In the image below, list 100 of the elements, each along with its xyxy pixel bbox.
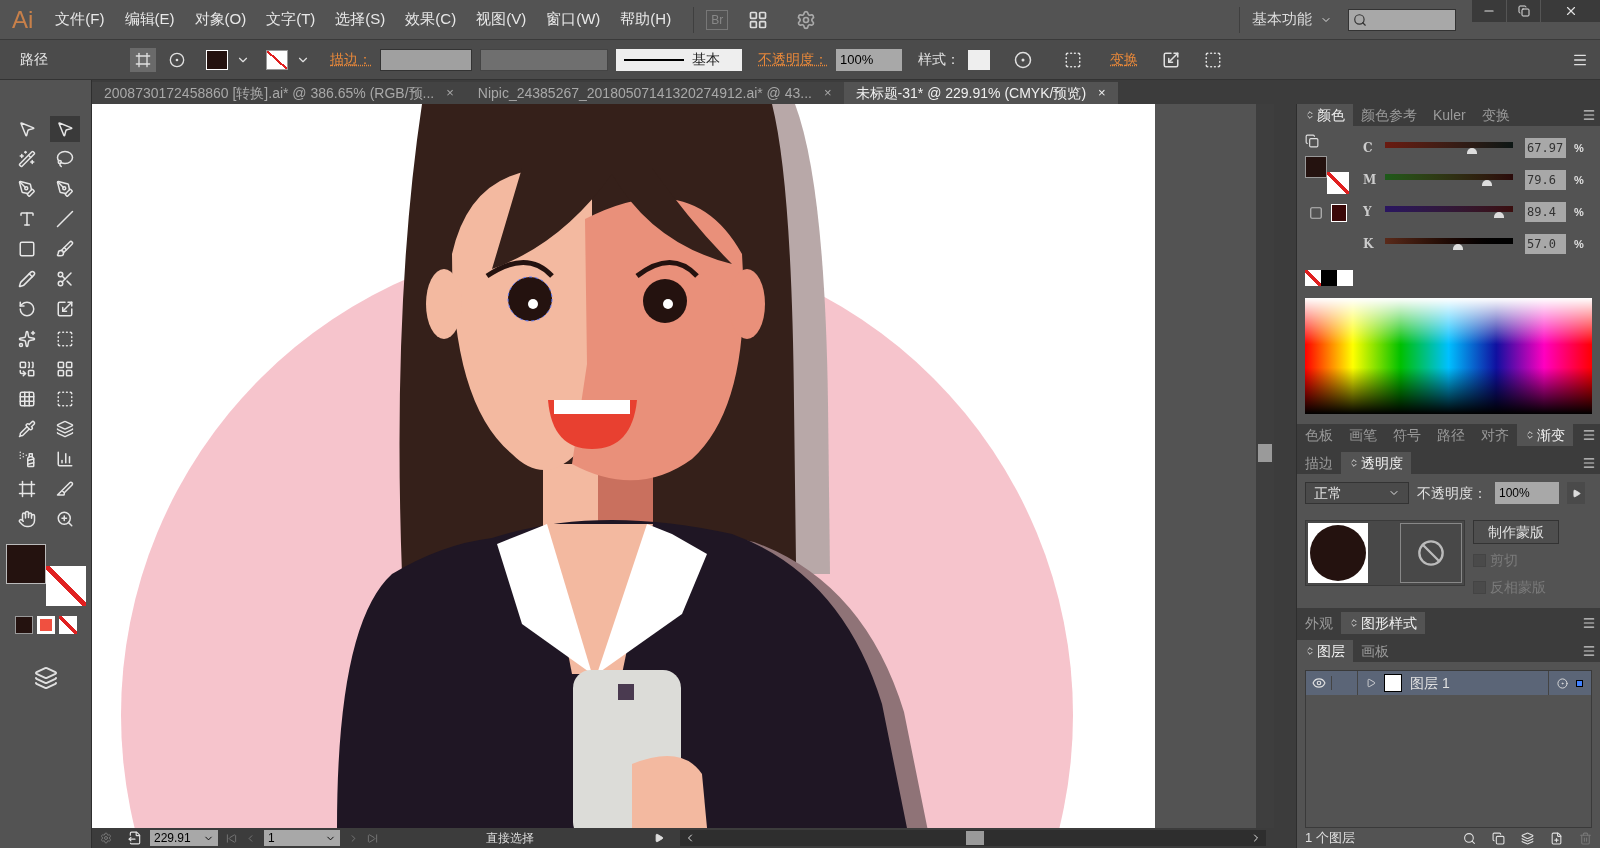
menu-item[interactable]: 编辑(E) [114,8,185,31]
panel-tab[interactable]: 对齐 [1473,424,1517,446]
stroke-none-swatch[interactable] [266,49,288,70]
menu-item[interactable]: 视图(V) [466,8,537,31]
panel-tab[interactable]: 透明度 [1341,452,1411,474]
channel-slider[interactable] [1385,238,1513,250]
panel-tab[interactable]: 路径 [1429,424,1473,446]
stroke-weight-field[interactable] [380,48,472,71]
stroke-style-field[interactable]: 基本 [616,48,742,71]
search-field[interactable] [1348,8,1456,31]
panel-menu-icon[interactable] [1582,616,1596,630]
stroke-swatch[interactable] [45,566,86,606]
color-spectrum[interactable] [1305,298,1592,414]
default-colors-icon[interactable] [1305,134,1319,148]
document-tab[interactable]: 未标题-31* @ 229.91% (CMYK/预览) × [843,82,1118,104]
fill-swatch[interactable] [5,544,46,584]
search-icon [1353,12,1367,27]
color-mode-swatch[interactable] [14,616,33,634]
variable-width-field[interactable] [480,48,608,71]
menu-item[interactable]: 效果(C) [395,8,467,31]
arrange-documents-icon[interactable] [748,9,769,30]
channel-label: M [1363,172,1377,189]
menu-item[interactable]: 对象(O) [184,8,257,31]
mask-thumbnail[interactable] [1400,523,1462,583]
none-swatch[interactable] [1305,270,1321,286]
fill-swatch[interactable] [1305,156,1327,178]
channel-value-field[interactable]: 67.97 [1525,138,1566,158]
stroke-swatch[interactable] [1327,172,1349,194]
panel-tab[interactable]: 符号 [1385,424,1429,446]
panel-tab[interactable]: Kuler [1425,104,1474,126]
opacity-label[interactable]: 不透明度： [758,49,828,70]
expand-arrow-icon[interactable] [1366,678,1376,688]
panel-tab[interactable]: 画板 [1353,640,1397,662]
lasso-icon [55,150,74,168]
panel-tab[interactable]: 色板 [1297,424,1341,446]
panel-tab[interactable]: 图形样式 [1341,612,1425,634]
panel-tab[interactable]: 颜色 [1297,104,1353,126]
close-tab-button[interactable]: × [446,83,454,103]
panel-tab[interactable]: 颜色参考 [1353,104,1425,126]
close-tab-button[interactable]: × [823,83,832,103]
tool-button[interactable] [49,116,80,142]
panel-menu-icon[interactable] [1582,108,1596,122]
channel-value-field[interactable]: 79.6 [1525,170,1566,190]
new-layer-icon[interactable] [1550,831,1563,845]
slider-thumb[interactable] [1482,180,1493,186]
channel-value-field[interactable]: 57.0 [1525,234,1566,254]
document-tab[interactable]: Nipic_24385267_20180507141320274912.ai* @ 43... × [465,82,844,104]
horizontal-scrollbar[interactable] [680,830,1266,846]
minimize-button[interactable] [1472,0,1506,22]
preset-swatch[interactable] [1321,270,1337,286]
channel-slider[interactable] [1385,142,1513,154]
panel-menu-icon[interactable] [1582,428,1596,442]
channel-slider[interactable] [1385,206,1513,218]
panel-tab[interactable]: 外观 [1297,612,1341,634]
opacity-field[interactable]: 100% [836,48,902,71]
transform-link[interactable]: 变换 [1110,49,1138,70]
blend-mode-dropdown[interactable]: 正常 [1305,482,1409,504]
slider-thumb[interactable] [1467,148,1478,154]
close-tab-button[interactable]: × [1098,83,1106,103]
slider-thumb[interactable] [1493,212,1504,218]
zoom-field[interactable]: 229.91 [150,830,218,846]
preset-swatch[interactable] [1337,270,1353,286]
workspace-switcher[interactable]: 基本功能 [1252,8,1348,31]
close-button[interactable] [1540,0,1600,22]
none-mode-swatch[interactable] [58,616,77,634]
panel-tab[interactable]: 图层 [1297,640,1353,662]
share-icon[interactable] [128,831,142,845]
menu-item[interactable]: 文件(F) [45,8,115,31]
document-tab[interactable]: 2008730172458860 [转换].ai* @ 386.65% (RGB/预... × [92,82,466,104]
opacity-field[interactable]: 100% [1495,482,1559,504]
scrollbar-thumb[interactable] [1258,444,1272,462]
menu-item[interactable]: 文字(T) [256,8,326,31]
target-icon[interactable] [1557,677,1568,689]
gradient-mode-swatch[interactable] [36,616,55,634]
opacity-slider-button[interactable] [1567,482,1585,504]
channel-value-field[interactable]: 89.4 [1525,202,1566,222]
gamut-color-swatch[interactable] [1331,204,1347,222]
panel-tab[interactable]: 描边 [1297,452,1341,474]
graphic-style-swatch[interactable] [968,49,990,70]
menu-item[interactable]: 帮助(H) [610,8,682,31]
stroke-label[interactable]: 描边： [330,49,372,70]
status-menu-icon[interactable] [654,833,664,843]
channel-slider[interactable] [1385,174,1513,186]
layer-row[interactable]: 图层 1 [1306,671,1591,695]
menu-item[interactable]: 窗口(W) [536,8,611,31]
panel-menu-icon[interactable] [1582,456,1596,470]
panel-tab[interactable]: 渐变 [1517,424,1573,446]
artboard-field[interactable]: 1 [264,830,340,846]
panel-tab[interactable]: 变换 [1473,104,1518,126]
menu-item[interactable]: 选择(S) [325,8,396,31]
panel-menu-icon[interactable] [1582,644,1596,658]
slider-thumb[interactable] [1452,244,1463,250]
anchor-button[interactable] [130,47,156,72]
make-mask-button[interactable]: 制作蒙版 [1473,520,1559,544]
object-thumbnail[interactable] [1308,523,1368,583]
scrollbar-thumb[interactable] [966,831,984,845]
restore-button[interactable] [1506,0,1540,22]
panel-tab[interactable]: 画笔 [1341,424,1385,446]
fill-color-swatch[interactable] [206,49,228,70]
search-icon[interactable] [1463,831,1476,845]
